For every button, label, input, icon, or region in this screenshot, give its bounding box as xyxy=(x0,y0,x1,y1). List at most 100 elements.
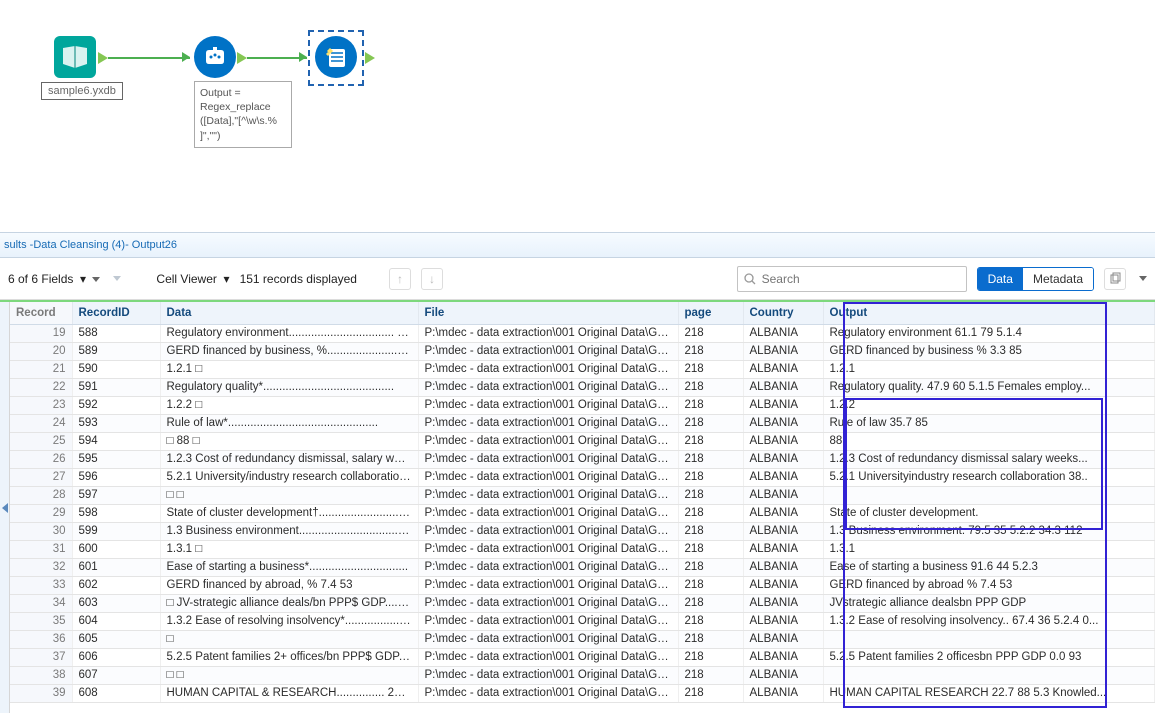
cell-page: 218 xyxy=(678,396,743,414)
connector-1[interactable] xyxy=(108,57,190,59)
cell-file: P:\mdec - data extraction\001 Original D… xyxy=(418,360,678,378)
formula-icon xyxy=(194,36,236,78)
cell-country: ALBANIA xyxy=(743,666,823,684)
table-row[interactable]: 32601Ease of starting a business*.......… xyxy=(10,558,1155,576)
sort-icon[interactable] xyxy=(110,270,124,287)
input-file-icon xyxy=(54,36,96,78)
table-row[interactable]: 34603□ JV-strategic alliance deals/bn PP… xyxy=(10,594,1155,612)
cell-record: 36 xyxy=(10,630,72,648)
workflow-canvas[interactable]: sample6.yxdb Output = Regex_replace ([Da… xyxy=(0,0,1155,232)
input-node-out-port[interactable] xyxy=(98,52,108,64)
table-row[interactable]: 25594□ 88 □P:\mdec - data extraction\001… xyxy=(10,432,1155,450)
cell-record: 19 xyxy=(10,324,72,342)
cell-page: 218 xyxy=(678,432,743,450)
table-row[interactable]: 265951.2.3 Cost of redundancy dismissal,… xyxy=(10,450,1155,468)
results-tool-link[interactable]: Data Cleansing (4) xyxy=(33,239,125,251)
cell-data: Regulatory quality*.....................… xyxy=(160,378,418,396)
cell-output: JVstrategic alliance dealsbn PPP GDP xyxy=(823,594,1155,612)
table-row[interactable]: 28597□ □P:\mdec - data extraction\001 Or… xyxy=(10,486,1155,504)
cell-output: 1.3 Business environment. 79.5 35 5.2.2 … xyxy=(823,522,1155,540)
metadata-view-button[interactable]: Metadata xyxy=(1023,268,1093,290)
table-row[interactable]: 33602GERD financed by abroad, % 7.4 53P:… xyxy=(10,576,1155,594)
cell-recordid: 603 xyxy=(72,594,160,612)
cell-file: P:\mdec - data extraction\001 Original D… xyxy=(418,396,678,414)
col-record[interactable]: Record xyxy=(10,302,72,324)
cell-output: Regulatory environment 61.1 79 5.1.4 xyxy=(823,324,1155,342)
data-view-button[interactable]: Data xyxy=(978,268,1023,290)
cell-country: ALBANIA xyxy=(743,684,823,702)
input-node[interactable] xyxy=(54,36,96,78)
cell-record: 38 xyxy=(10,666,72,684)
cell-file: P:\mdec - data extraction\001 Original D… xyxy=(418,450,678,468)
table-row[interactable]: 215901.2.1 □P:\mdec - data extraction\00… xyxy=(10,360,1155,378)
next-page-button[interactable]: ↓ xyxy=(421,268,443,290)
cell-output: HUMAN CAPITAL RESEARCH 22.7 88 5.3 Knowl… xyxy=(823,684,1155,702)
search-input[interactable] xyxy=(760,271,960,287)
fields-dropdown[interactable]: 6 of 6 Fields ▾ xyxy=(8,272,100,286)
cell-recordid: 607 xyxy=(72,666,160,684)
table-row[interactable]: 36605□P:\mdec - data extraction\001 Orig… xyxy=(10,630,1155,648)
chevron-down-icon[interactable] xyxy=(1139,276,1147,281)
table-row[interactable]: 356041.3.2 Ease of resolving insolvency*… xyxy=(10,612,1155,630)
cell-recordid: 600 xyxy=(72,540,160,558)
col-recordid[interactable]: RecordID xyxy=(72,302,160,324)
formula-node-out-port[interactable] xyxy=(237,52,247,64)
cell-recordid: 608 xyxy=(72,684,160,702)
col-data[interactable]: Data xyxy=(160,302,418,324)
cell-data: 1.2.1 □ xyxy=(160,360,418,378)
data-cleansing-out-port[interactable] xyxy=(365,52,375,64)
col-country[interactable]: Country xyxy=(743,302,823,324)
search-box[interactable] xyxy=(737,266,967,292)
col-page[interactable]: page xyxy=(678,302,743,324)
table-row[interactable]: 275965.2.1 University/industry research … xyxy=(10,468,1155,486)
cell-data: GERD financed by abroad, % 7.4 53 xyxy=(160,576,418,594)
data-cleansing-node[interactable] xyxy=(315,36,357,78)
cell-page: 218 xyxy=(678,324,743,342)
cell-page: 218 xyxy=(678,522,743,540)
cell-record: 28 xyxy=(10,486,72,504)
cell-viewer-dropdown[interactable]: Cell Viewer ▾ xyxy=(156,272,229,286)
copy-button[interactable] xyxy=(1104,268,1126,290)
cell-record: 35 xyxy=(10,612,72,630)
cell-data: 5.2.1 University/industry research colla… xyxy=(160,468,418,486)
cell-country: ALBANIA xyxy=(743,324,823,342)
cell-record: 39 xyxy=(10,684,72,702)
cell-country: ALBANIA xyxy=(743,540,823,558)
table-row[interactable]: 305991.3 Business environment...........… xyxy=(10,522,1155,540)
cell-file: P:\mdec - data extraction\001 Original D… xyxy=(418,414,678,432)
table-row[interactable]: 38607□ □P:\mdec - data extraction\001 Or… xyxy=(10,666,1155,684)
record-count: 151 records displayed xyxy=(240,272,357,286)
cell-recordid: 588 xyxy=(72,324,160,342)
table-row[interactable]: 19588Regulatory environment.............… xyxy=(10,324,1155,342)
cell-record: 27 xyxy=(10,468,72,486)
cell-data: 5.2.5 Patent families 2+ offices/bn PPP$… xyxy=(160,648,418,666)
table-row[interactable]: 22591Regulatory quality*................… xyxy=(10,378,1155,396)
table-row[interactable]: 20589GERD financed by business, %.......… xyxy=(10,342,1155,360)
col-output[interactable]: Output xyxy=(823,302,1155,324)
view-segmented: Data Metadata xyxy=(977,267,1094,291)
prev-page-button[interactable]: ↑ xyxy=(389,268,411,290)
connector-2[interactable] xyxy=(247,57,307,59)
cell-output: 5.2.5 Patent families 2 officesbn PPP GD… xyxy=(823,648,1155,666)
cell-country: ALBANIA xyxy=(743,630,823,648)
results-grid[interactable]: Record RecordID Data File page Country O… xyxy=(10,302,1155,703)
table-row[interactable]: 39608HUMAN CAPITAL & RESEARCH...........… xyxy=(10,684,1155,702)
cell-page: 218 xyxy=(678,360,743,378)
cell-data: Ease of starting a business*............… xyxy=(160,558,418,576)
cell-viewer-label: Cell Viewer xyxy=(156,272,216,286)
formula-line3: ([Data],"[^\w\s.% xyxy=(200,114,286,128)
cell-page: 218 xyxy=(678,504,743,522)
cell-output: State of cluster development. xyxy=(823,504,1155,522)
table-row[interactable]: 376065.2.5 Patent families 2+ offices/bn… xyxy=(10,648,1155,666)
cell-country: ALBANIA xyxy=(743,576,823,594)
col-file[interactable]: File xyxy=(418,302,678,324)
cell-data: Regulatory environment..................… xyxy=(160,324,418,342)
table-row[interactable]: 29598State of cluster development†......… xyxy=(10,504,1155,522)
table-row[interactable]: 24593Rule of law*.......................… xyxy=(10,414,1155,432)
table-row[interactable]: 316001.3.1 □P:\mdec - data extraction\00… xyxy=(10,540,1155,558)
cell-output xyxy=(823,486,1155,504)
grid-collapse-handle[interactable] xyxy=(0,302,10,713)
cell-recordid: 598 xyxy=(72,504,160,522)
table-row[interactable]: 235921.2.2 □P:\mdec - data extraction\00… xyxy=(10,396,1155,414)
results-suffix: - Output26 xyxy=(125,239,177,251)
